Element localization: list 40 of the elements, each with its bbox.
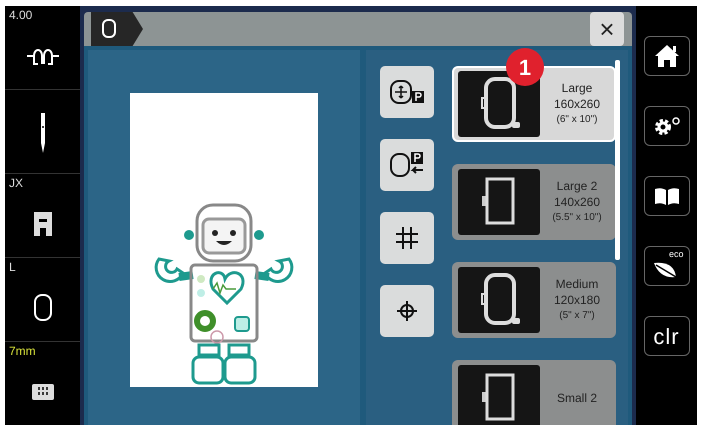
hoop-icon	[101, 18, 117, 40]
hoop-size-inches: (6" x 10")	[556, 113, 598, 127]
presser-foot-icon[interactable]	[32, 210, 52, 236]
crosshair-icon	[397, 301, 417, 321]
leaf-icon	[652, 261, 678, 279]
hoop-option[interactable]: Large 2 140x260 (5.5" x 10")	[452, 164, 616, 240]
eco-button[interactable]: eco	[644, 246, 690, 286]
hoop-option[interactable]: Small 2	[452, 360, 616, 425]
clear-button[interactable]: clr	[644, 316, 690, 356]
hoop-return-button[interactable]	[380, 139, 434, 191]
center-hoop-icon	[389, 78, 425, 106]
hoop-size-inches: (5" x 7")	[559, 309, 595, 323]
center-hoop-button[interactable]	[380, 66, 434, 118]
hoop-option[interactable]: Medium 120x180 (5" x 7")	[452, 262, 616, 338]
hoop-name: Medium	[556, 276, 598, 292]
book-icon	[654, 187, 680, 205]
hoop-return-icon	[389, 150, 425, 180]
hoop-size: 140x260	[554, 194, 600, 210]
settings-button[interactable]	[644, 106, 690, 146]
scrollbar[interactable]	[615, 60, 620, 260]
hoop-size: 160x260	[554, 96, 600, 112]
tutorial-button[interactable]	[644, 176, 690, 216]
setting-label: JX	[9, 176, 24, 190]
grid-button[interactable]	[380, 212, 434, 264]
eco-label: eco	[668, 248, 684, 261]
hoop-name: Small 2	[556, 390, 597, 406]
hoop-size-inches: (5.5" x 10")	[552, 211, 602, 225]
setting-label: L	[9, 260, 16, 274]
hoop-size: 120x180	[554, 292, 600, 308]
setting-label: 7mm	[9, 344, 36, 358]
hoop-icon[interactable]	[32, 292, 54, 322]
setting-label: 4.00	[9, 8, 32, 22]
crosshair-button[interactable]	[380, 285, 434, 337]
stitch-plate-icon[interactable]	[32, 384, 54, 400]
home-icon	[654, 44, 680, 68]
hoop-name: Large 2	[556, 178, 598, 194]
hoop-name: Large	[562, 80, 592, 96]
close-button[interactable]: ×	[590, 12, 624, 46]
grid-icon	[395, 226, 419, 250]
home-button[interactable]	[644, 36, 690, 76]
